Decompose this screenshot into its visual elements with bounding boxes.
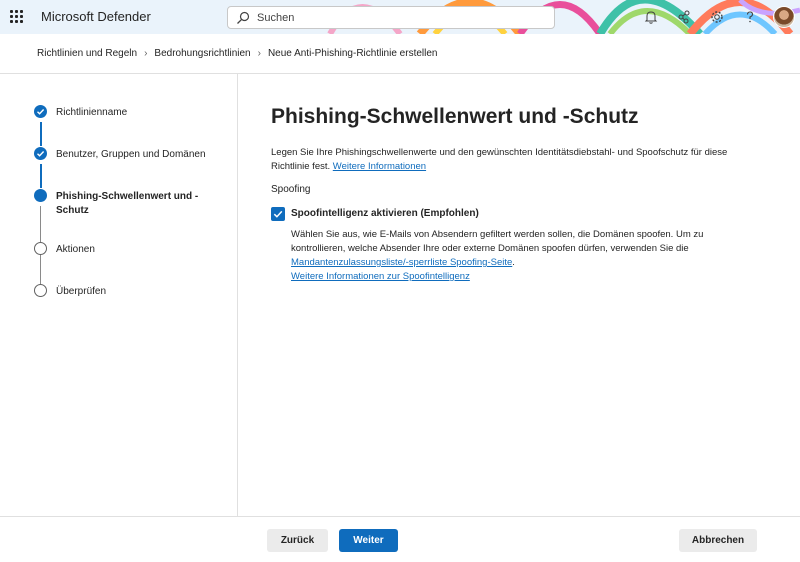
step-label: Überprüfen — [56, 286, 107, 297]
step-current-icon — [34, 189, 47, 202]
help-icon[interactable] — [742, 9, 758, 25]
checkmark-icon — [273, 210, 283, 218]
app-launcher-icon[interactable] — [10, 10, 24, 24]
wizard-panel: Richtlinienname Benutzer, Gruppen und Do… — [0, 74, 800, 516]
step-label: Phishing-Schwellenwert und -Schutz — [56, 191, 199, 216]
spoof-intelligence-checkbox[interactable] — [271, 207, 285, 221]
step-pending-icon — [34, 242, 47, 255]
step-complete-icon — [34, 147, 47, 160]
page-title: Phishing-Schwellenwert und -Schutz — [271, 105, 639, 128]
more-info-link[interactable]: Weitere Informationen — [333, 161, 426, 172]
step-label: Benutzer, Gruppen und Domänen — [56, 149, 206, 160]
step-connector — [40, 206, 41, 242]
avatar[interactable] — [773, 6, 795, 28]
step-connector — [40, 164, 42, 188]
wizard-footer: Zurück Weiter Abbrechen — [0, 516, 800, 562]
cancel-button[interactable]: Abbrechen — [679, 529, 757, 552]
breadcrumb-bar: Richtlinien und Regeln › Bedrohungsricht… — [0, 34, 800, 74]
gear-icon[interactable] — [709, 9, 725, 25]
step-complete-icon — [34, 105, 47, 118]
step-label: Aktionen — [56, 244, 95, 255]
step-connector — [40, 254, 41, 284]
breadcrumb-item-threat-policies[interactable]: Bedrohungsrichtlinien — [154, 48, 250, 59]
breadcrumb-item-current: Neue Anti-Phishing-Richtlinie erstellen — [267, 48, 438, 59]
step-pending-icon — [34, 284, 47, 297]
tenant-allow-block-list-link[interactable]: Mandantenzulassungsliste/-sperrliste Spo… — [291, 257, 512, 268]
link-suffix: . — [512, 257, 515, 268]
next-button[interactable]: Weiter — [339, 529, 398, 552]
back-button[interactable]: Zurück — [267, 529, 328, 552]
app-title[interactable]: Microsoft Defender — [41, 9, 151, 24]
search-icon — [237, 11, 250, 24]
breadcrumb-item-policies[interactable]: Richtlinien und Regeln — [37, 48, 137, 59]
step-label: Richtlinienname — [56, 107, 128, 118]
top-bar: Microsoft Defender — [0, 0, 800, 34]
section-title-spoofing: Spoofing — [271, 184, 311, 195]
spoof-description: Wählen Sie aus, wie E-Mails von Absender… — [291, 228, 741, 284]
share-icon[interactable] — [676, 9, 692, 25]
chevron-right-icon: › — [144, 48, 148, 59]
page-description: Legen Sie Ihre Phishingschwellenwerte un… — [271, 146, 751, 174]
spoof-description-text: Wählen Sie aus, wie E-Mails von Absender… — [291, 229, 704, 254]
breadcrumb: Richtlinien und Regeln › Bedrohungsricht… — [37, 48, 437, 59]
step-connector — [40, 122, 42, 146]
spoof-intelligence-info-link[interactable]: Weitere Informationen zur Spoofintellige… — [291, 271, 470, 282]
search-input[interactable] — [257, 9, 547, 27]
wizard-steps: Richtlinienname Benutzer, Gruppen und Do… — [0, 74, 238, 516]
chevron-right-icon: › — [257, 48, 261, 59]
bell-icon[interactable] — [643, 9, 659, 25]
search-box[interactable] — [227, 6, 555, 29]
spoof-intelligence-label[interactable]: Spoofintelligenz aktivieren (Empfohlen) — [291, 208, 479, 219]
